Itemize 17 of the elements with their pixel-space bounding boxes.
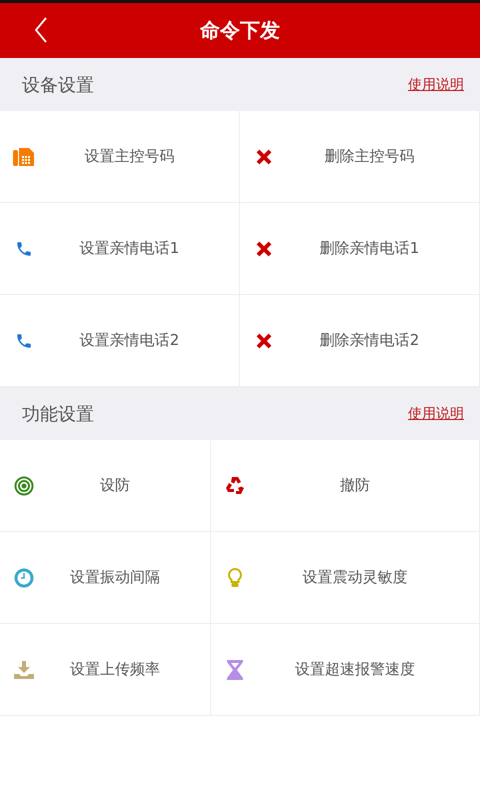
command-item[interactable]: 删除亲情电话1: [240, 203, 480, 295]
section-title: 设备设置: [22, 74, 94, 96]
command-item[interactable]: 设置亲情电话2: [0, 295, 240, 387]
section-title: 功能设置: [22, 402, 94, 426]
command-item[interactable]: 设置亲情电话1: [0, 203, 240, 295]
help-link[interactable]: 使用说明: [408, 76, 464, 94]
command-item[interactable]: 删除亲情电话2: [240, 295, 480, 387]
command-item[interactable]: 删除主控号码: [240, 111, 480, 203]
command-item[interactable]: 设防: [0, 440, 211, 532]
command-item[interactable]: 撤防: [211, 440, 480, 532]
page-title: 命令下发: [200, 17, 280, 44]
command-item[interactable]: 设置震动灵敏度: [211, 532, 480, 624]
command-item[interactable]: 设置振动间隔: [0, 532, 211, 624]
command-item[interactable]: 设置上传频率: [0, 624, 211, 716]
help-link[interactable]: 使用说明: [408, 404, 464, 422]
command-item[interactable]: 设置主控号码: [0, 111, 240, 203]
command-item[interactable]: 设置超速报警速度: [211, 624, 480, 716]
